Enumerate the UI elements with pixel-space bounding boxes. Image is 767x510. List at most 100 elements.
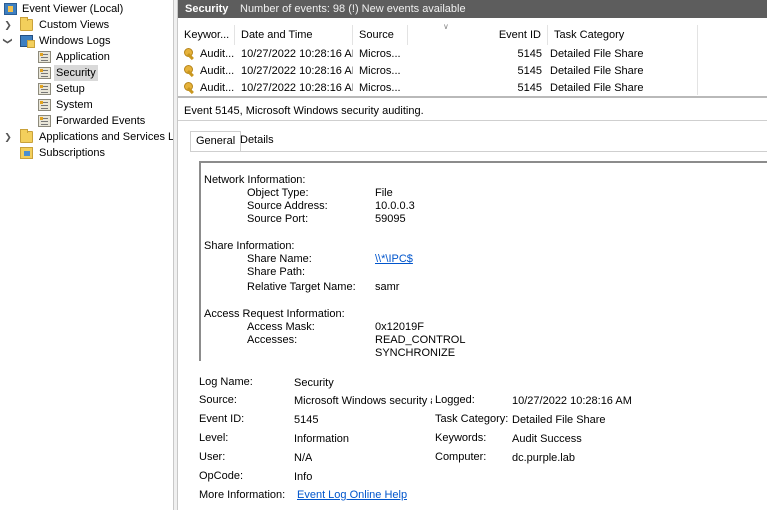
- cell-event-id: 5145: [517, 82, 542, 94]
- share-name-label: Share Name:: [247, 253, 312, 265]
- audit-key-icon: [184, 65, 196, 77]
- chevron-right-icon[interactable]: ❯: [3, 129, 13, 145]
- cell-keyword: Audit...: [200, 48, 235, 60]
- tree-item-apps-services[interactable]: ❯ Applications and Services Log: [0, 129, 173, 145]
- tree-item-custom-views[interactable]: ❯ Custom Views: [0, 17, 173, 33]
- tree-item-subscriptions[interactable]: Subscriptions: [0, 145, 173, 161]
- tree-item-label: Custom Views: [39, 19, 110, 31]
- tree-item-security[interactable]: Security: [0, 65, 173, 81]
- source-label: Source:: [199, 394, 237, 406]
- computer-value: dc.purple.lab: [512, 452, 575, 464]
- tab-details[interactable]: Details: [235, 131, 279, 151]
- cell-keyword: Audit...: [200, 82, 235, 94]
- cell-source: Micros...: [359, 48, 401, 60]
- cell-task: Detailed File Share: [550, 48, 644, 60]
- logged-label: Logged:: [435, 394, 475, 406]
- grid-column-divider: [697, 25, 698, 95]
- access-request-heading: Access Request Information:: [204, 308, 345, 320]
- source-value: Microsoft Windows security a: [294, 395, 432, 407]
- table-row[interactable]: Audit... 10/27/2022 10:28:16 AM Micros..…: [178, 63, 697, 80]
- chevron-down-icon[interactable]: ❯: [0, 36, 16, 46]
- computer-label: Computer:: [435, 451, 487, 463]
- tree-item-label: Security: [54, 65, 98, 81]
- event-description[interactable]: Network Information: Object Type: File S…: [199, 161, 767, 361]
- source-port-value: 59095: [375, 213, 406, 225]
- windows-logs-icon: [20, 35, 35, 48]
- tab-general[interactable]: General: [190, 131, 242, 152]
- event-log-online-help-link[interactable]: Event Log Online Help: [297, 486, 407, 504]
- network-info-heading: Network Information:: [204, 174, 306, 186]
- audit-key-icon: [184, 48, 196, 60]
- log-icon: [38, 83, 51, 95]
- column-header-keywords[interactable]: Keywor...: [178, 25, 235, 45]
- cell-event-id: 5145: [517, 65, 542, 77]
- audit-key-icon: [184, 82, 196, 94]
- tab-divider: [190, 151, 767, 152]
- opcode-value: Info: [294, 471, 313, 483]
- tree-item-system[interactable]: System: [0, 97, 173, 113]
- object-type-value: File: [375, 187, 393, 199]
- relative-target-label: Relative Target Name:: [247, 281, 356, 293]
- event-viewer-icon: [4, 3, 17, 15]
- accesses-label: Accesses:: [247, 334, 298, 346]
- opcode-label: OpCode:: [199, 470, 244, 482]
- tree-item-label: Application: [56, 51, 110, 63]
- tree-item-application[interactable]: Application: [0, 49, 173, 65]
- cell-date: 10/27/2022 10:28:16 AM: [241, 82, 353, 94]
- tree-item-windows-logs[interactable]: ❯ Windows Logs: [0, 33, 173, 49]
- cell-source: Micros...: [359, 65, 401, 77]
- source-address-value: 10.0.0.3: [375, 200, 415, 212]
- log-name-value: Security: [294, 377, 334, 389]
- level-label: Level:: [199, 432, 229, 444]
- cell-task: Detailed File Share: [550, 65, 644, 77]
- cell-date: 10/27/2022 10:28:16 AM: [241, 48, 353, 60]
- log-title: Security: [185, 3, 229, 15]
- tree-item-label: Forwarded Events: [56, 115, 146, 127]
- share-name-link[interactable]: \\*\IPC$: [375, 253, 413, 266]
- log-icon: [38, 51, 51, 63]
- keywords-value: Audit Success: [512, 433, 582, 445]
- column-header-date-time[interactable]: Date and Time: [235, 25, 353, 45]
- navigation-tree: Event Viewer (Local) ❯ Custom Views ❯ Wi…: [0, 0, 173, 510]
- folder-icon: [20, 17, 33, 31]
- tree-item-label: Windows Logs: [39, 35, 111, 47]
- user-value: N/A: [294, 452, 313, 464]
- tree-item-label: Subscriptions: [39, 147, 106, 159]
- cell-source: Micros...: [359, 82, 401, 94]
- cell-keyword: Audit...: [200, 65, 235, 77]
- tree-item-setup[interactable]: Setup: [0, 81, 173, 97]
- table-row[interactable]: Audit... 10/27/2022 10:28:16 AM Micros..…: [178, 80, 697, 97]
- tree-item-label: System: [56, 99, 93, 111]
- level-value: Information: [294, 433, 350, 445]
- column-header-source[interactable]: Source: [353, 25, 408, 45]
- grid-bottom-border[interactable]: [178, 96, 767, 98]
- object-type-label: Object Type:: [247, 187, 309, 199]
- sort-caret-icon: ∨: [443, 22, 449, 31]
- share-info-heading: Share Information:: [204, 240, 295, 252]
- logged-value: 10/27/2022 10:28:16 AM: [512, 395, 632, 407]
- event-id-label: Event ID:: [199, 413, 245, 425]
- more-info-label: More Information:: [199, 489, 286, 501]
- access-mask-label: Access Mask:: [247, 321, 315, 333]
- chevron-right-icon[interactable]: ❯: [3, 17, 13, 33]
- tree-item-label: Event Viewer (Local): [22, 3, 124, 15]
- log-header-bar: Security Number of events: 98 (!) New ev…: [178, 0, 767, 18]
- tree-item-label: Setup: [56, 83, 85, 95]
- log-icon: [38, 99, 51, 111]
- tree-item-label: Applications and Services Log: [39, 131, 173, 143]
- tree-item-root[interactable]: Event Viewer (Local): [0, 1, 173, 17]
- keywords-label: Keywords:: [435, 432, 487, 444]
- events-grid: Keywor... Date and Time Source Event ID …: [178, 22, 767, 98]
- cell-event-id: 5145: [517, 48, 542, 60]
- cell-task: Detailed File Share: [550, 82, 644, 94]
- column-header-event-id[interactable]: Event ID: [408, 25, 548, 45]
- column-header-task-category[interactable]: Task Category: [548, 25, 697, 45]
- table-row[interactable]: Audit... 10/27/2022 10:28:16 AM Micros..…: [178, 46, 697, 63]
- folder-icon: [20, 129, 33, 143]
- event-properties: Log Name: Security Source: Microsoft Win…: [178, 370, 767, 510]
- task-category-value: Detailed File Share: [512, 414, 606, 426]
- source-port-label: Source Port:: [247, 213, 309, 225]
- tree-item-forwarded-events[interactable]: Forwarded Events: [0, 113, 173, 129]
- log-icon: [38, 67, 51, 79]
- user-label: User:: [199, 451, 226, 463]
